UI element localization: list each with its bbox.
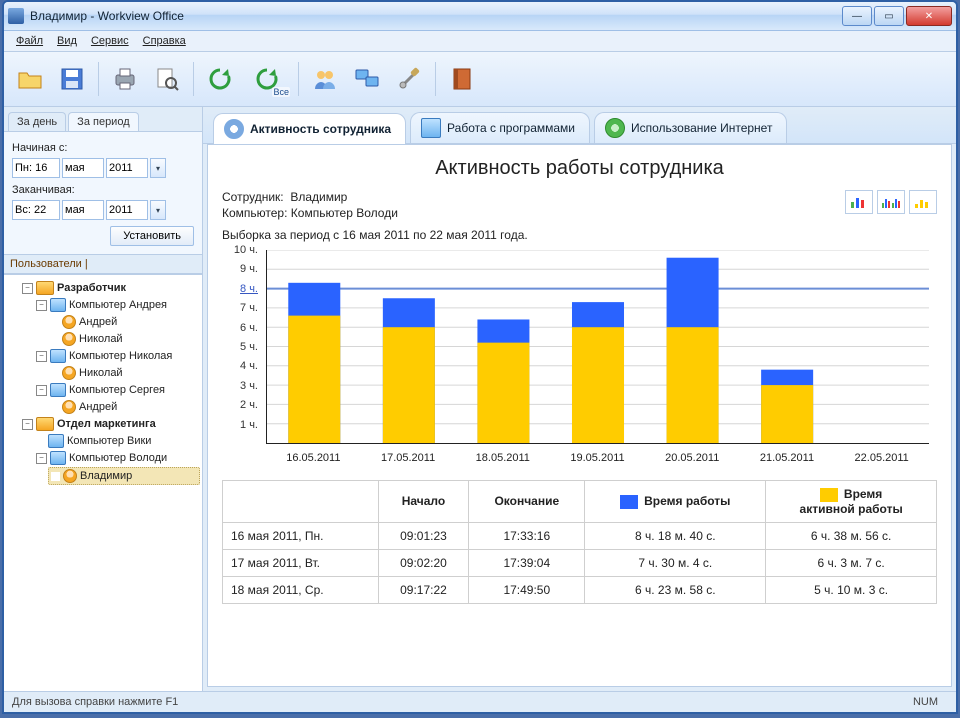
close-button[interactable]: ✕: [906, 6, 952, 26]
legend-active-icon: [820, 488, 838, 502]
selection-info: Выборка за период с 16 мая 2011 по 22 ма…: [208, 222, 951, 250]
menu-help[interactable]: Справка: [137, 33, 192, 49]
group-icon: [36, 281, 54, 295]
activity-table: Начало Окончание Время работы Время акти…: [222, 480, 937, 604]
programs-icon: [421, 118, 441, 138]
col-end: Окончание: [469, 481, 585, 523]
menu-view[interactable]: Вид: [51, 33, 83, 49]
activity-icon: [224, 119, 244, 139]
menu-file[interactable]: Файл: [10, 33, 49, 49]
print-button[interactable]: [107, 61, 143, 97]
computer-icon: [48, 434, 64, 448]
table-row: 16 мая 2011, Пн.09:01:2317:33:168 ч. 18 …: [223, 522, 937, 549]
table-row: 17 мая 2011, Вт.09:02:2017:39:047 ч. 30 …: [223, 549, 937, 576]
app-icon: [8, 8, 24, 24]
tab-internet[interactable]: Использование Интернет: [594, 112, 787, 143]
computer-icon: [50, 349, 66, 363]
status-hint: Для вызова справки нажмите F1: [12, 696, 178, 708]
to-date-dropdown[interactable]: ▾: [150, 200, 166, 220]
user-icon: [62, 366, 76, 380]
tree-selected-user[interactable]: Владимир: [48, 467, 200, 485]
minimize-button[interactable]: —: [842, 6, 872, 26]
settings-button[interactable]: [391, 61, 427, 97]
left-panel: За день За период Начиная с: ▾ Заканчива…: [4, 107, 203, 691]
to-label: Заканчивая:: [12, 184, 194, 196]
save-button[interactable]: [54, 61, 90, 97]
range-tabs: За день За период: [4, 107, 202, 131]
date-range-panel: Начиная с: ▾ Заканчивая: ▾ Установить: [4, 131, 202, 254]
user-icon: [62, 315, 76, 329]
report-title: Активность работы сотрудника: [208, 157, 951, 180]
user-icon: [63, 469, 77, 483]
from-label: Начиная с:: [12, 142, 194, 154]
toolbar: Все: [4, 52, 956, 107]
menubar: Файл Вид Сервис Справка: [4, 31, 956, 52]
tab-period[interactable]: За период: [68, 112, 138, 131]
titlebar: Владимир - Workview Office — ▭ ✕: [4, 2, 956, 31]
from-date-dropdown[interactable]: ▾: [150, 158, 166, 178]
chart-view-2-button[interactable]: [877, 190, 905, 214]
from-year-input[interactable]: [106, 158, 148, 178]
group-icon: [36, 417, 54, 431]
tab-programs[interactable]: Работа с программами: [410, 112, 590, 143]
refresh-button[interactable]: [202, 61, 238, 97]
user-icon: [62, 400, 76, 414]
to-month-input[interactable]: [62, 200, 104, 220]
status-bar: Для вызова справки нажмите F1 NUM: [4, 691, 956, 712]
computer-icon: [50, 451, 66, 465]
from-day-input[interactable]: [12, 158, 60, 178]
report-tabs: Активность сотрудника Работа с программа…: [203, 107, 956, 144]
tab-activity[interactable]: Активность сотрудника: [213, 113, 406, 144]
menu-service[interactable]: Сервис: [85, 33, 135, 49]
right-panel: Активность сотрудника Работа с программа…: [203, 107, 956, 691]
apply-button[interactable]: Установить: [110, 226, 194, 246]
refresh-all-button[interactable]: Все: [244, 61, 290, 97]
legend-work-icon: [620, 495, 638, 509]
to-day-input[interactable]: [12, 200, 60, 220]
chart-view-3-button[interactable]: [909, 190, 937, 214]
tab-day[interactable]: За день: [8, 112, 66, 131]
open-button[interactable]: [12, 61, 48, 97]
tree-tab-users[interactable]: Пользователи |: [4, 254, 202, 274]
globe-icon: [605, 118, 625, 138]
col-work: Время работы: [585, 481, 766, 523]
computer-icon: [50, 383, 66, 397]
app-window: Владимир - Workview Office — ▭ ✕ Файл Ви…: [2, 0, 958, 714]
to-year-input[interactable]: [106, 200, 148, 220]
users-tree[interactable]: −Разработчик −Компьютер Андрея Андрей Ни…: [4, 274, 202, 691]
col-active: Время активной работы: [766, 481, 937, 523]
report-view: Активность работы сотрудника Сотрудник: …: [207, 144, 952, 687]
from-month-input[interactable]: [62, 158, 104, 178]
window-title: Владимир - Workview Office: [30, 9, 842, 23]
status-num: NUM: [913, 696, 948, 708]
reports-button[interactable]: [444, 61, 480, 97]
col-start: Начало: [378, 481, 469, 523]
user-icon: [62, 332, 76, 346]
activity-chart: 1 ч.2 ч.3 ч.4 ч.5 ч.6 ч.7 ч.8 ч.9 ч.10 ч…: [222, 250, 937, 470]
chart-view-1-button[interactable]: [845, 190, 873, 214]
users-button[interactable]: [307, 61, 343, 97]
maximize-button[interactable]: ▭: [874, 6, 904, 26]
computers-button[interactable]: [349, 61, 385, 97]
print-preview-button[interactable]: [149, 61, 185, 97]
table-row: 18 мая 2011, Ср.09:17:2217:49:506 ч. 23 …: [223, 576, 937, 603]
computer-icon: [50, 298, 66, 312]
